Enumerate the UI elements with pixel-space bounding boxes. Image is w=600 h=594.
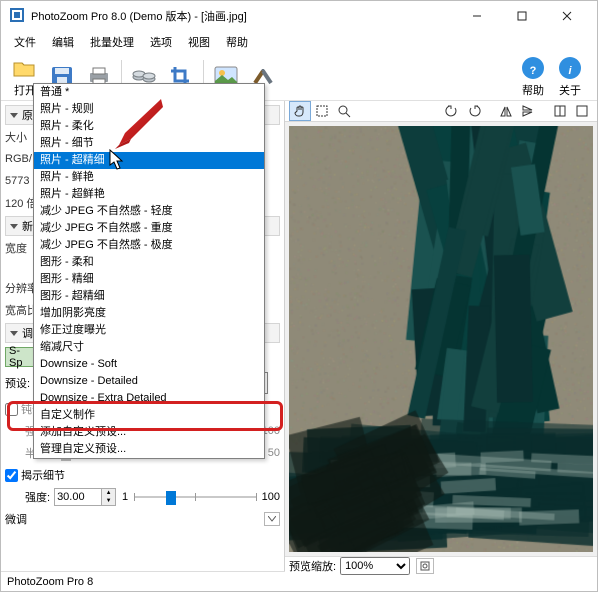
val1: 5773 <box>5 175 29 187</box>
about-button[interactable]: i 关于 <box>552 54 588 99</box>
zoom-label: 预览缩放: <box>289 558 336 574</box>
preset-option[interactable]: 照片 - 超鲜艳 <box>34 186 264 203</box>
preset-option[interactable]: 图形 - 柔和 <box>34 254 264 271</box>
menu-file[interactable]: 文件 <box>7 32 43 52</box>
checkbox-reveal[interactable]: 揭示细节 <box>5 467 65 483</box>
hand-tool-button[interactable] <box>289 101 311 121</box>
preset-option[interactable]: 修正过度曝光 <box>34 322 264 339</box>
zoom-tool-button[interactable] <box>333 101 355 121</box>
rgb-label: RGB/ <box>5 153 32 165</box>
preset-option[interactable]: 照片 - 细节 <box>34 135 264 152</box>
maximize-button[interactable] <box>499 2 544 30</box>
preset-dropdown-list[interactable]: 普通 *照片 - 规则照片 - 柔化照片 - 细节照片 - 超精细照片 - 鲜艳… <box>33 83 265 459</box>
menu-help[interactable]: 帮助 <box>219 32 255 52</box>
flip-v-button[interactable] <box>517 101 539 121</box>
preset-option[interactable]: Downsize - Extra Detailed <box>34 390 264 407</box>
status-text: PhotoZoom Pro 8 <box>7 576 93 588</box>
preset-option[interactable]: 减少 JPEG 不自然感 - 极度 <box>34 237 264 254</box>
menu-options[interactable]: 选项 <box>143 32 179 52</box>
menubar: 文件 编辑 批量处理 选项 视图 帮助 <box>1 31 597 53</box>
menu-edit[interactable]: 编辑 <box>45 32 81 52</box>
preset-label: 预设: <box>5 375 30 391</box>
split-view-button[interactable] <box>549 101 571 121</box>
marquee-tool-button[interactable] <box>311 101 333 121</box>
preset-option[interactable]: Downsize - Detailed <box>34 373 264 390</box>
titlebar: PhotoZoom Pro 8.0 (Demo 版本) - [油画.jpg] <box>1 1 597 31</box>
menu-view[interactable]: 视图 <box>181 32 217 52</box>
preview-canvas[interactable] <box>289 126 593 552</box>
size-label: 大小 <box>5 129 27 145</box>
preset-option[interactable]: 照片 - 超精细 <box>34 152 264 169</box>
preset-option[interactable]: 管理自定义预设... <box>34 441 264 458</box>
folder-open-icon <box>11 55 39 81</box>
preset-option[interactable]: 增加阴影亮度 <box>34 305 264 322</box>
collapse-icon[interactable] <box>264 512 280 526</box>
svg-text:?: ? <box>530 65 537 77</box>
strength-spinner[interactable]: ▲▼ <box>54 488 116 506</box>
window-title: PhotoZoom Pro 8.0 (Demo 版本) - [油画.jpg] <box>31 8 454 24</box>
preset-option[interactable]: 缩减尺寸 <box>34 339 264 356</box>
s-spline-label[interactable]: S-Sp <box>9 345 33 369</box>
rotate-left-button[interactable] <box>441 101 463 121</box>
minimize-button[interactable] <box>454 2 499 30</box>
fit-button[interactable] <box>416 558 434 574</box>
strength-slider-2[interactable] <box>134 488 256 506</box>
preset-option[interactable]: Downsize - Soft <box>34 356 264 373</box>
help-button[interactable]: ? 帮助 <box>515 54 551 99</box>
window: PhotoZoom Pro 8.0 (Demo 版本) - [油画.jpg] 文… <box>0 0 598 592</box>
close-button[interactable] <box>544 2 589 30</box>
preset-option[interactable]: 普通 * <box>34 84 264 101</box>
flip-h-button[interactable] <box>495 101 517 121</box>
preset-option[interactable]: 照片 - 柔化 <box>34 118 264 135</box>
preset-option[interactable]: 图形 - 超精细 <box>34 288 264 305</box>
menu-batch[interactable]: 批量处理 <box>83 32 141 52</box>
app-icon <box>9 7 25 26</box>
preset-option[interactable]: 添加自定义预设... <box>34 424 264 441</box>
rotate-right-button[interactable] <box>463 101 485 121</box>
single-view-button[interactable] <box>571 101 593 121</box>
preset-option[interactable]: 图形 - 精细 <box>34 271 264 288</box>
zoom-select[interactable]: 100% <box>340 557 410 575</box>
help-icon: ? <box>519 55 547 81</box>
info-icon: i <box>556 55 584 81</box>
preset-option[interactable]: 自定义制作 <box>34 407 264 424</box>
preview-toolbar <box>285 101 597 122</box>
preset-option[interactable]: 照片 - 鲜艳 <box>34 169 264 186</box>
preset-option[interactable]: 减少 JPEG 不自然感 - 轻度 <box>34 203 264 220</box>
preset-option[interactable]: 照片 - 规则 <box>34 101 264 118</box>
fine-tune-label: 微调 <box>5 511 27 527</box>
preset-option[interactable]: 减少 JPEG 不自然感 - 重度 <box>34 220 264 237</box>
right-panel: 预览缩放: 100% <box>285 101 597 571</box>
